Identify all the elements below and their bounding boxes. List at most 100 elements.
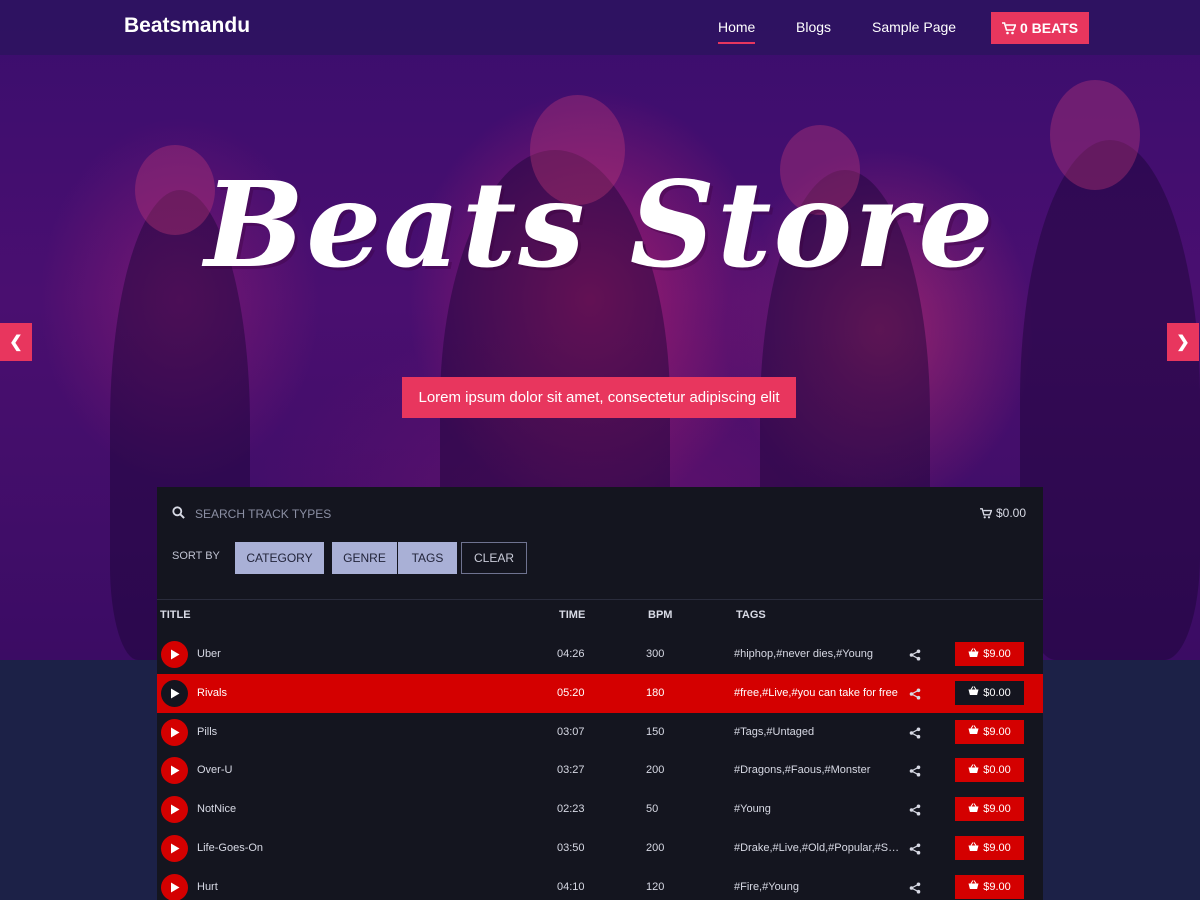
share-icon[interactable] xyxy=(909,648,921,661)
track-tags: #Young xyxy=(734,803,771,816)
cart-icon xyxy=(980,507,992,518)
play-button[interactable] xyxy=(161,718,188,746)
buy-price-button[interactable]: $9.00 xyxy=(955,874,1024,899)
play-button[interactable] xyxy=(161,796,188,824)
search-icon xyxy=(172,506,185,519)
track-tags: #Dragons,#Faous,#Monster xyxy=(734,764,871,777)
track-row[interactable]: NotNice 02:23 50 #Young $9.00 xyxy=(157,790,1043,829)
play-icon xyxy=(170,688,179,699)
track-price: $0.00 xyxy=(983,764,1011,777)
play-button[interactable] xyxy=(161,757,188,785)
basket-icon xyxy=(968,686,979,699)
cart-total-value: $0.00 xyxy=(995,506,1026,520)
track-price: $9.00 xyxy=(983,648,1011,660)
search-input[interactable] xyxy=(195,504,595,524)
share-icon[interactable] xyxy=(909,726,921,739)
track-tags: #free,#Live,#you can take for free xyxy=(734,686,898,699)
share-icon[interactable] xyxy=(909,687,921,700)
track-row[interactable]: Hurt 04:10 120 #Fire,#Young $9.00 xyxy=(157,868,1043,900)
column-header-tags: TAGS xyxy=(736,609,766,621)
player-cart-total[interactable]: $0.00 xyxy=(980,506,1026,520)
share-icon[interactable] xyxy=(909,803,921,816)
track-price: $9.00 xyxy=(983,842,1011,854)
track-title[interactable]: Over-U xyxy=(197,764,232,776)
play-icon xyxy=(170,649,179,660)
buy-price-button[interactable]: $9.00 xyxy=(955,836,1024,860)
buy-price-button[interactable]: $9.00 xyxy=(955,642,1024,666)
track-row[interactable]: Pills 03:07 150 #Tags,#Untaged $9.00 xyxy=(157,713,1043,752)
clear-filters-button[interactable]: CLEAR xyxy=(461,542,527,574)
track-time: 04:10 xyxy=(557,880,585,893)
beat-player: $0.00 SORT BY CATEGORY GENRE TAGS CLEAR … xyxy=(157,487,1043,900)
track-row[interactable]: Life-Goes-On 03:50 200 #Drake,#Live,#Old,#P… xyxy=(157,829,1043,868)
play-icon xyxy=(170,804,179,815)
site-brand[interactable]: Beatsmandu xyxy=(124,14,250,38)
column-header-title: TITLE xyxy=(160,609,191,621)
buy-price-button[interactable]: $9.00 xyxy=(955,719,1024,744)
nav-sample-page[interactable]: Sample Page xyxy=(872,19,956,35)
filter-category-button[interactable]: CATEGORY xyxy=(235,542,324,574)
cart-button[interactable]: 0 BEATS xyxy=(991,12,1089,44)
sort-by-label: SORT BY xyxy=(172,550,220,562)
track-title[interactable]: Pills xyxy=(197,726,217,738)
track-tags: #hiphop,#never dies,#Young xyxy=(734,648,874,660)
chevron-right-icon: ❯ xyxy=(1176,334,1190,351)
track-title[interactable]: NotNice xyxy=(197,803,236,815)
column-header-time: TIME xyxy=(559,609,586,621)
track-time: 02:23 xyxy=(557,803,585,816)
basket-icon xyxy=(968,764,979,777)
track-bpm: 180 xyxy=(646,686,665,699)
play-icon xyxy=(170,843,179,854)
filter-tags-button[interactable]: TAGS xyxy=(398,542,457,574)
share-icon[interactable] xyxy=(909,842,921,855)
track-price: $9.00 xyxy=(983,725,1011,738)
track-bpm: 50 xyxy=(646,803,659,816)
play-icon xyxy=(170,765,179,776)
track-time: 04:26 xyxy=(557,648,585,660)
share-icon[interactable] xyxy=(909,764,921,777)
play-button[interactable] xyxy=(161,641,188,668)
slider-next-button[interactable]: ❯ xyxy=(1167,323,1199,361)
track-price: $0.00 xyxy=(983,686,1011,699)
track-bpm: 200 xyxy=(646,842,665,854)
column-header-bpm: BPM xyxy=(648,609,673,621)
share-icon[interactable] xyxy=(909,881,921,894)
basket-icon xyxy=(968,725,979,738)
nav-home[interactable]: Home xyxy=(718,19,756,44)
hero-title: Beats Store xyxy=(204,155,996,294)
basket-icon xyxy=(968,880,979,893)
track-title[interactable]: Uber xyxy=(197,648,221,660)
track-tags: #Tags,#Untaged xyxy=(734,725,815,738)
hero-subtitle-button[interactable]: Lorem ipsum dolor sit amet, consectetur … xyxy=(402,377,796,418)
track-tags: #Fire,#Young xyxy=(734,880,800,893)
nav-blogs[interactable]: Blogs xyxy=(796,19,831,35)
track-bpm: 200 xyxy=(646,764,665,777)
buy-price-button[interactable]: $0.00 xyxy=(955,758,1024,783)
track-row[interactable]: Rivals 05:20 180 #free,#Live,#you can take … xyxy=(157,673,1043,713)
play-button[interactable] xyxy=(161,873,188,900)
play-button[interactable] xyxy=(161,835,188,862)
play-button[interactable] xyxy=(161,679,188,707)
basket-icon xyxy=(968,841,979,855)
cart-count: 0 BEATS xyxy=(1019,20,1079,36)
play-icon xyxy=(170,882,179,893)
track-title[interactable]: Rivals xyxy=(197,687,227,699)
track-title[interactable]: Life-Goes-On xyxy=(197,842,263,854)
track-title[interactable]: Hurt xyxy=(197,881,218,893)
chevron-left-icon: ❮ xyxy=(9,334,23,351)
track-price: $9.00 xyxy=(983,880,1011,893)
divider xyxy=(157,599,1043,600)
track-row[interactable]: Over-U 03:27 200 #Dragons,#Faous,#Monster $0… xyxy=(157,751,1043,790)
track-time: 03:07 xyxy=(557,725,585,738)
filter-genre-button[interactable]: GENRE xyxy=(332,542,397,574)
cart-icon xyxy=(1001,21,1016,34)
track-time: 05:20 xyxy=(557,686,585,699)
track-row[interactable]: Uber 04:26 300 #hiphop,#never dies,#Young $9… xyxy=(157,635,1043,674)
track-bpm: 150 xyxy=(646,725,665,738)
buy-price-button[interactable]: $9.00 xyxy=(955,797,1024,822)
top-navbar: Beatsmandu Home Blogs Sample Page 0 BEAT… xyxy=(0,0,1200,55)
slider-prev-button[interactable]: ❮ xyxy=(0,323,32,361)
search-row: $0.00 xyxy=(157,487,1043,539)
buy-price-button[interactable]: $0.00 xyxy=(955,680,1024,705)
track-bpm: 300 xyxy=(646,648,665,660)
